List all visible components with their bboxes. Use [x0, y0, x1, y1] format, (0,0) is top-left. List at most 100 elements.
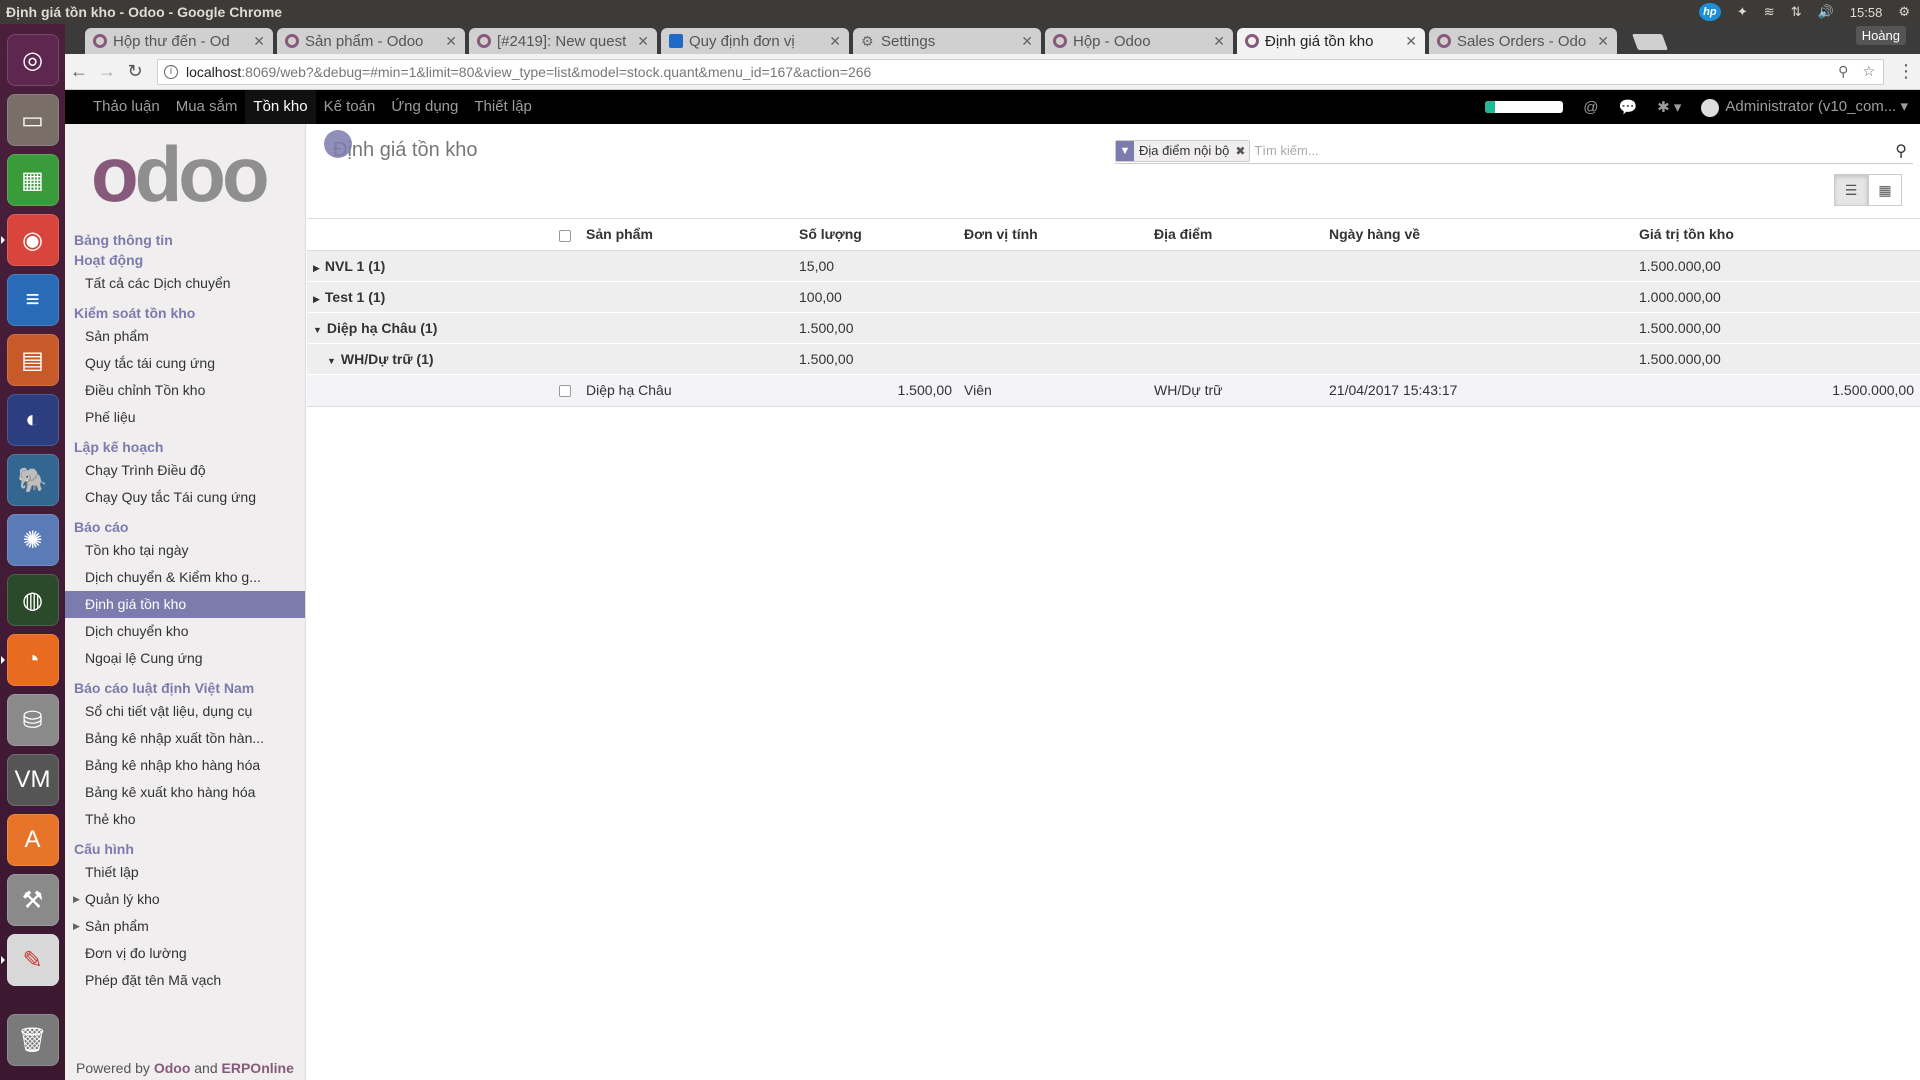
powered-odoo-link[interactable]: Odoo — [154, 1060, 191, 1076]
menu-ton-kho[interactable]: Tồn kho — [245, 90, 316, 124]
col-san-pham[interactable]: Sản phẩm — [580, 219, 793, 251]
info-icon[interactable]: i — [164, 64, 178, 79]
sidebar-section-head[interactable]: Báo cáo — [65, 517, 305, 537]
sidebar-item[interactable]: Bảng kê xuất kho hàng hóa — [65, 779, 305, 806]
menu-mua-sam[interactable]: Mua sắm — [168, 90, 246, 124]
settings-gear-icon[interactable]: ⚙ — [1898, 4, 1910, 20]
sidebar-item[interactable]: Đơn vị đo lường — [65, 940, 305, 967]
search-icon[interactable]: ⚲ — [1895, 141, 1913, 161]
tab-close-icon[interactable]: ✕ — [445, 33, 457, 50]
sidebar-item[interactable]: Dịch chuyển & Kiểm kho g... — [65, 564, 305, 591]
sidebar-item[interactable]: Tất cả các Dịch chuyển — [65, 270, 305, 297]
sidebar-item[interactable]: Ngoại lệ Cung ứng — [65, 645, 305, 672]
col-gia-tri-ton-kho[interactable]: Giá trị tồn kho — [1633, 219, 1920, 251]
firefox-icon[interactable]: ◔ — [0, 634, 59, 686]
sidebar-item[interactable]: Điều chỉnh Tồn kho — [65, 377, 305, 404]
sidebar-item[interactable]: Phế liệu — [65, 404, 305, 431]
sidebar-section-head[interactable]: Cấu hình — [65, 839, 305, 859]
browser-tab[interactable]: Sản phẩm - Odoo ✕ — [277, 28, 465, 54]
reload-icon[interactable]: ↻ — [121, 61, 149, 82]
list-view-button[interactable]: ☰ — [1834, 174, 1868, 206]
menu-thiet-lap[interactable]: Thiết lập — [466, 90, 540, 124]
group-row[interactable]: ▼ Diệp hạ Châu (1) 1.500,00 1.500.000,00 — [307, 312, 1920, 344]
vm-icon[interactable]: VM — [6, 754, 59, 806]
software-center-icon[interactable]: A — [6, 814, 59, 866]
sidebar-item[interactable]: ▶ Sản phẩm — [65, 913, 305, 940]
zoom-icon[interactable]: ⚲ — [1838, 63, 1848, 80]
browser-tab-active[interactable]: Định giá tồn kho ✕ — [1237, 28, 1425, 54]
url-input[interactable]: i localhost:8069/web?&debug=#min=1&limit… — [157, 58, 1884, 85]
sidebar-item[interactable]: Quy tắc tái cung ứng — [65, 350, 305, 377]
tab-close-icon[interactable]: ✕ — [829, 33, 841, 50]
wifi-icon[interactable]: ≋ — [1764, 4, 1775, 20]
tab-close-icon[interactable]: ✕ — [637, 33, 649, 50]
network-icon[interactable]: ⇅ — [1791, 4, 1802, 20]
user-menu[interactable]: Administrator (v10_com... ▾ — [1701, 97, 1908, 117]
volume-icon[interactable]: 🔊 — [1818, 4, 1834, 20]
sidebar-item[interactable]: Phép đặt tên Mã vạch — [65, 967, 305, 994]
sidebar-item[interactable]: Thẻ kho — [65, 806, 305, 833]
postgres-icon[interactable]: 🐘 — [6, 454, 59, 506]
ubuntu-dash-icon[interactable]: ◎ — [6, 34, 59, 86]
globe-icon[interactable]: ◍ — [6, 574, 59, 626]
powered-erp-link[interactable]: ERPOnline — [222, 1060, 294, 1076]
row-checkbox[interactable] — [559, 385, 571, 398]
group-row[interactable]: ▶ Test 1 (1) 100,00 1.000.000,00 — [307, 281, 1920, 313]
at-sign-icon[interactable]: @ — [1583, 99, 1598, 116]
shutter-icon[interactable]: ✺ — [6, 514, 59, 566]
debug-bug-icon[interactable]: ✱ ▾ — [1657, 98, 1681, 116]
writer-icon[interactable]: ≡ — [6, 274, 59, 326]
facet-close-icon[interactable]: ✖ — [1235, 144, 1245, 158]
browser-tab[interactable]: Quy định đơn vị ✕ — [661, 28, 849, 54]
browser-tab[interactable]: Hộp thư đến - Od ✕ — [85, 28, 273, 54]
col-ngay-hang-ve[interactable]: Ngày hàng về — [1323, 219, 1633, 251]
group-row[interactable]: ▶ NVL 1 (1) 15,00 1.500.000,00 — [307, 250, 1920, 282]
file-manager-icon[interactable]: ▭ — [6, 94, 59, 146]
system-settings-icon[interactable]: ⚒ — [6, 874, 59, 926]
reader-icon[interactable]: ✎ — [0, 934, 59, 986]
clock[interactable]: 15:58 — [1850, 5, 1883, 20]
col-dia-diem[interactable]: Địa điểm — [1148, 219, 1323, 251]
sidebar-section-head[interactable]: Bảng thông tin — [65, 230, 305, 250]
browser-tab[interactable]: ⚙ Settings ✕ — [853, 28, 1041, 54]
tab-close-icon[interactable]: ✕ — [1213, 33, 1225, 50]
sidebar-item[interactable]: Dịch chuyển kho — [65, 618, 305, 645]
chrome-menu-icon[interactable]: ⋮ — [1892, 61, 1920, 82]
new-tab-button[interactable] — [1632, 34, 1668, 50]
disk-icon[interactable]: ⛁ — [6, 694, 59, 746]
filter-facet[interactable]: ▼ Địa điểm nội bộ ✖ — [1115, 139, 1251, 162]
table-row[interactable]: Diệp hạ Châu 1.500,00 Viên WH/Dự trữ 21/… — [307, 374, 1920, 407]
back-arrow-icon[interactable]: ← — [65, 61, 93, 82]
sidebar-section-head[interactable]: Kiểm soát tồn kho — [65, 303, 305, 323]
presentation-icon[interactable]: ▤ — [6, 334, 59, 386]
menu-thao-luan[interactable]: Thảo luận — [85, 90, 168, 124]
chat-icon[interactable]: 💬 — [1618, 98, 1637, 116]
sidebar-item[interactable]: Định giá tồn kho — [65, 591, 305, 618]
sidebar-item[interactable]: Sổ chi tiết vật liệu, dụng cụ — [65, 698, 305, 725]
pivot-view-button[interactable]: ▦ — [1868, 174, 1902, 206]
profile-button[interactable]: Hoàng — [1855, 26, 1906, 45]
sidebar-section-head[interactable]: Báo cáo luật định Việt Nam — [65, 678, 305, 698]
tab-close-icon[interactable]: ✕ — [253, 33, 265, 50]
tab-close-icon[interactable]: ✕ — [1405, 33, 1417, 50]
trash-icon[interactable]: 🗑 — [6, 1014, 59, 1066]
sidebar-section-head[interactable]: Lập kế hoạch — [65, 437, 305, 457]
dropbox-icon[interactable]: ✦ — [1737, 4, 1748, 20]
group-row[interactable]: ▼ WH/Dự trữ (1) 1.500,00 1.500.000,00 — [307, 343, 1920, 375]
menu-ung-dung[interactable]: Ứng dụng — [383, 90, 466, 124]
chrome-icon[interactable]: ◉ — [0, 214, 59, 266]
menu-ke-toan[interactable]: Kế toán — [316, 90, 384, 124]
hp-logo-icon[interactable]: hp — [1698, 3, 1721, 21]
sidebar-item[interactable]: Thiết lập — [65, 859, 305, 886]
sidebar-item[interactable]: Bảng kê nhập kho hàng hóa — [65, 752, 305, 779]
browser-tab[interactable]: Sales Orders - Odo ✕ — [1429, 28, 1617, 54]
tab-close-icon[interactable]: ✕ — [1597, 33, 1609, 50]
sidebar-item[interactable]: Tồn kho tại ngày — [65, 537, 305, 564]
col-so-luong[interactable]: Số lượng — [793, 219, 958, 251]
planner-progress-bar[interactable] — [1485, 101, 1564, 113]
browser-tab[interactable]: [#2419]: New quest ✕ — [469, 28, 657, 54]
tab-close-icon[interactable]: ✕ — [1021, 33, 1033, 50]
sidebar-item[interactable]: Chạy Quy tắc Tái cung ứng — [65, 484, 305, 511]
odoo-logo[interactable]: odoo — [65, 124, 305, 224]
browser-tab[interactable]: Hộp - Odoo ✕ — [1045, 28, 1233, 54]
